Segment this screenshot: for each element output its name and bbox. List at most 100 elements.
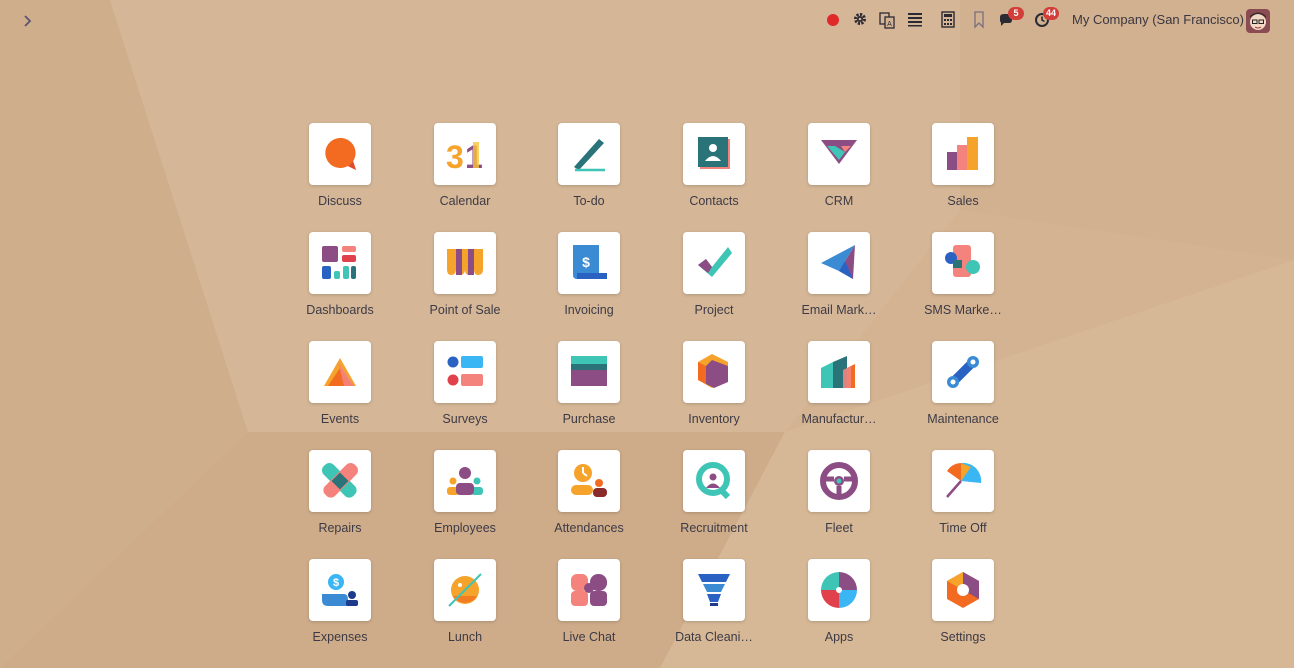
settings-icon bbox=[947, 572, 979, 608]
app-tile bbox=[434, 232, 496, 294]
app-manufacturing[interactable]: Manufactur… bbox=[794, 341, 884, 441]
app-sales[interactable]: Sales bbox=[918, 123, 1008, 223]
app-maintenance[interactable]: Maintenance bbox=[918, 341, 1008, 441]
translate-button[interactable]: A bbox=[879, 9, 895, 31]
svg-text:3: 3 bbox=[446, 139, 464, 174]
maintenance-icon bbox=[947, 356, 979, 388]
app-calendar[interactable]: 3 1 Calendar bbox=[420, 123, 510, 223]
app-tile: 3 1 bbox=[434, 123, 496, 185]
invoicing-icon: $ bbox=[573, 245, 607, 279]
discuss-icon bbox=[325, 137, 356, 170]
app-repairs[interactable]: Repairs bbox=[295, 450, 385, 550]
app-todo[interactable]: To-do bbox=[544, 123, 634, 223]
calculator-button[interactable] bbox=[940, 9, 956, 31]
app-label: Recruitment bbox=[680, 521, 748, 535]
avatar-icon bbox=[1246, 9, 1270, 33]
app-tile bbox=[932, 341, 994, 403]
app-discuss[interactable]: Discuss bbox=[295, 123, 385, 223]
svg-text:A: A bbox=[887, 21, 892, 28]
background-pattern bbox=[0, 0, 1294, 668]
app-tile bbox=[683, 123, 745, 185]
dashboards-icon bbox=[322, 246, 356, 279]
app-tile bbox=[434, 450, 496, 512]
contacts-icon bbox=[698, 137, 730, 169]
app-label: Time Off bbox=[939, 521, 987, 535]
app-inventory[interactable]: Inventory bbox=[669, 341, 759, 441]
app-label: Email Mark… bbox=[801, 303, 877, 317]
app-tile bbox=[808, 450, 870, 512]
activities-count-badge: 44 bbox=[1043, 7, 1060, 20]
activities-button[interactable]: 44 bbox=[1034, 7, 1060, 31]
top-navbar: A 5 44 My Company (San Francisco) bbox=[0, 0, 1294, 42]
app-employees[interactable]: Employees bbox=[420, 450, 510, 550]
attendances-icon bbox=[571, 464, 607, 497]
app-attendances[interactable]: Attendances bbox=[544, 450, 634, 550]
app-tile bbox=[683, 559, 745, 621]
recruitment-icon bbox=[696, 462, 731, 500]
app-label: Contacts bbox=[689, 194, 739, 208]
apps-icon bbox=[821, 572, 857, 608]
app-sms-marketing[interactable]: SMS Marke… bbox=[918, 232, 1008, 332]
app-events[interactable]: Events bbox=[295, 341, 385, 441]
menu-toggle-button[interactable] bbox=[18, 10, 38, 32]
app-point-of-sale[interactable]: Point of Sale bbox=[420, 232, 510, 332]
app-email-marketing[interactable]: Email Mark… bbox=[794, 232, 884, 332]
messages-button[interactable]: 5 bbox=[998, 7, 1024, 31]
app-label: Live Chat bbox=[562, 630, 616, 644]
recording-button[interactable] bbox=[826, 9, 840, 31]
app-recruitment[interactable]: Recruitment bbox=[669, 450, 759, 550]
user-avatar[interactable] bbox=[1246, 9, 1270, 33]
app-tile bbox=[932, 450, 994, 512]
app-label: Expenses bbox=[312, 630, 368, 644]
app-data-cleaning[interactable]: Data Cleani… bbox=[669, 559, 759, 659]
app-label: Sales bbox=[947, 194, 979, 208]
company-switcher[interactable]: My Company (San Francisco) bbox=[1072, 12, 1244, 27]
repairs-icon bbox=[321, 462, 359, 498]
app-time-off[interactable]: Time Off bbox=[918, 450, 1008, 550]
app-label: Invoicing bbox=[564, 303, 614, 317]
manufacturing-icon bbox=[821, 356, 855, 388]
sms-marketing-icon bbox=[945, 245, 980, 277]
app-tile bbox=[808, 559, 870, 621]
app-label: Fleet bbox=[825, 521, 853, 535]
app-expenses[interactable]: $ Expenses bbox=[295, 559, 385, 659]
debug-settings-button[interactable] bbox=[852, 9, 868, 31]
app-live-chat[interactable]: Live Chat bbox=[544, 559, 634, 659]
app-tile bbox=[932, 123, 994, 185]
bookmark-button[interactable] bbox=[972, 9, 986, 31]
app-surveys[interactable]: Surveys bbox=[420, 341, 510, 441]
app-settings[interactable]: Settings bbox=[918, 559, 1008, 659]
chevron-right-icon bbox=[24, 15, 32, 27]
app-tile: $ bbox=[309, 559, 371, 621]
lunch-icon bbox=[448, 573, 482, 607]
app-project[interactable]: Project bbox=[669, 232, 759, 332]
app-tile bbox=[309, 123, 371, 185]
email-marketing-icon bbox=[821, 245, 855, 279]
app-tile: $ bbox=[558, 232, 620, 294]
app-label: Lunch bbox=[447, 630, 483, 644]
app-tile bbox=[683, 450, 745, 512]
list-icon bbox=[908, 13, 922, 27]
app-label: SMS Marke… bbox=[924, 303, 1002, 317]
app-label: Repairs bbox=[318, 521, 362, 535]
translate-icon: A bbox=[879, 12, 895, 29]
app-tile bbox=[558, 450, 620, 512]
fleet-icon bbox=[820, 462, 858, 500]
app-dashboards[interactable]: Dashboards bbox=[295, 232, 385, 332]
app-tile bbox=[808, 232, 870, 294]
app-crm[interactable]: CRM bbox=[794, 123, 884, 223]
app-contacts[interactable]: Contacts bbox=[669, 123, 759, 223]
settings-gear-icon bbox=[854, 13, 866, 25]
app-purchase[interactable]: Purchase bbox=[544, 341, 634, 441]
app-label: Apps bbox=[824, 630, 854, 644]
app-tile bbox=[309, 450, 371, 512]
list-view-button[interactable] bbox=[906, 9, 924, 31]
live-chat-icon bbox=[571, 574, 607, 606]
app-fleet[interactable]: Fleet bbox=[794, 450, 884, 550]
app-label: CRM bbox=[824, 194, 854, 208]
app-lunch[interactable]: Lunch bbox=[420, 559, 510, 659]
app-apps[interactable]: Apps bbox=[794, 559, 884, 659]
app-label: Purchase bbox=[562, 412, 616, 426]
app-label: Project bbox=[694, 303, 734, 317]
app-invoicing[interactable]: $ Invoicing bbox=[544, 232, 634, 332]
